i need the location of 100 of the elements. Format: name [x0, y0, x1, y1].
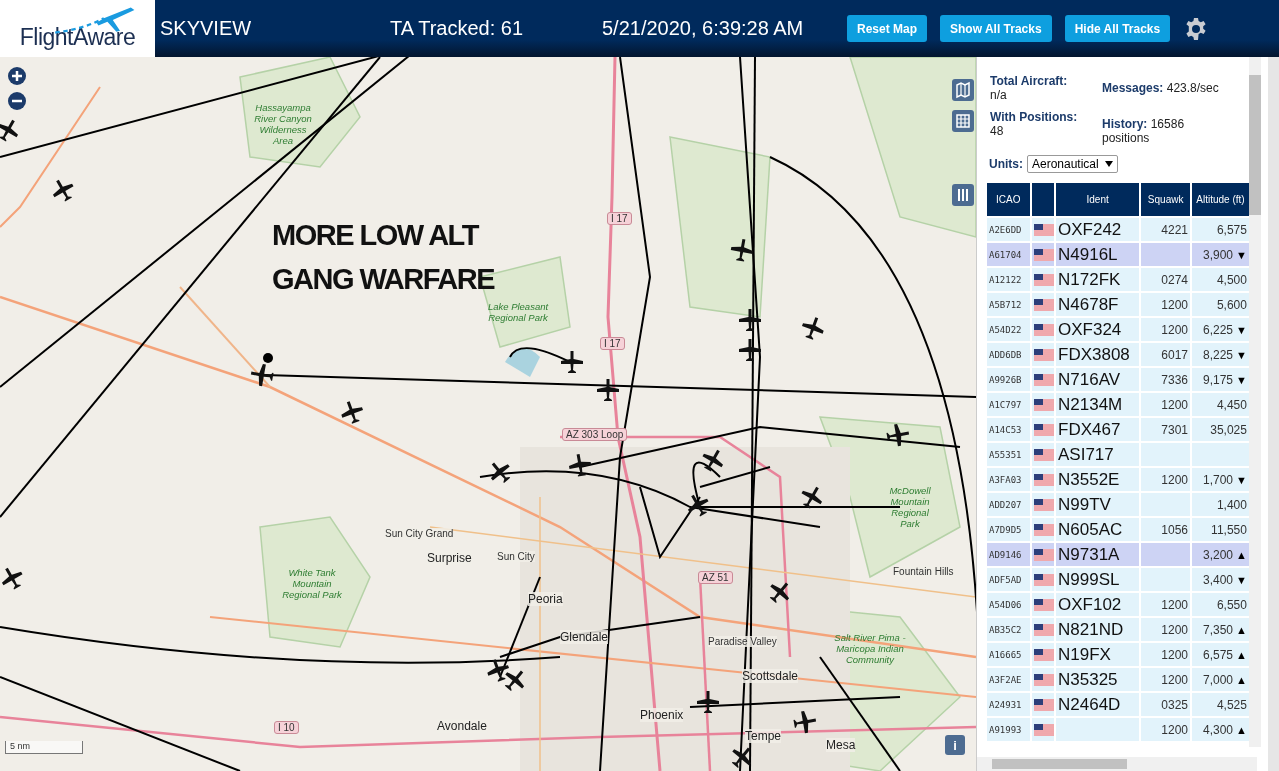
aircraft-icon[interactable] — [739, 309, 761, 331]
table-cell: FDX467 — [1056, 418, 1140, 441]
aircraft-icon[interactable] — [52, 179, 74, 202]
page-scrollbar[interactable] — [1268, 57, 1279, 771]
altitude-value: 4,300 — [1203, 722, 1233, 737]
aircraft-icon[interactable] — [739, 339, 761, 361]
table-row[interactable]: A5B712 N4678F 1200 5,600 — [987, 293, 1255, 316]
table-cell: N4678F — [1056, 293, 1140, 316]
aircraft-icon[interactable] — [0, 119, 19, 142]
park-label: Salt River Pima - Maricopa Indian Community — [833, 632, 907, 665]
aircraft-icon[interactable] — [1, 567, 23, 590]
table-cell: AD9146 — [987, 543, 1030, 566]
trend-arrow: ▼ — [1236, 348, 1247, 361]
column-header[interactable] — [1031, 183, 1054, 216]
table-row[interactable]: A14C53 FDX467 7301 35,025 — [987, 418, 1255, 441]
aircraft-icon[interactable] — [597, 379, 619, 401]
column-header[interactable]: Ident — [1056, 183, 1140, 216]
altitude-value: 8,225 — [1203, 347, 1233, 362]
table-row[interactable]: A1C797 N2134M 1200 4,450 — [987, 393, 1255, 416]
aircraft-icon[interactable] — [702, 449, 724, 472]
aircraft-icon[interactable] — [731, 747, 752, 768]
table-row[interactable]: A3FA03 N3552E 1200 1,700 ▼ — [987, 468, 1255, 491]
altitude-value: 9,175 — [1203, 372, 1233, 387]
zoom-in-icon[interactable] — [8, 67, 26, 85]
table-row[interactable]: A9926B N716AV 7336 9,175 ▼ — [987, 368, 1255, 391]
table-cell: N821ND — [1056, 618, 1140, 641]
trend-arrow: ▼ — [1236, 473, 1247, 486]
table-row[interactable]: A16665 N19FX 1200 6,575 ▲ — [987, 643, 1255, 666]
trend-arrow: ▼ — [1236, 248, 1247, 261]
table-row[interactable]: AB35C2 N821ND 1200 7,350 ▲ — [987, 618, 1255, 641]
table-cell — [1141, 243, 1191, 266]
table-cell: 6017 — [1141, 343, 1191, 366]
table-row[interactable]: A24931 N2464D 0325 4,525 — [987, 693, 1255, 716]
aircraft-icon[interactable] — [697, 691, 719, 713]
trend-arrow: ▼ — [1236, 573, 1247, 586]
table-row[interactable]: A2E6DD OXF242 4221 6,575 — [987, 218, 1255, 241]
table-row[interactable]: ADD207 N99TV 1,400 — [987, 493, 1255, 516]
table-cell: 1200 — [1141, 668, 1191, 691]
aircraft-icon[interactable] — [250, 364, 274, 387]
aircraft-icon[interactable] — [487, 659, 509, 682]
table-row[interactable]: ADD6DB FDX3808 6017 8,225 ▼ — [987, 343, 1255, 366]
columns-icon[interactable] — [952, 184, 974, 206]
aircraft-icon[interactable] — [569, 453, 592, 477]
table-cell: A61704 — [987, 243, 1030, 266]
aircraft-icon[interactable] — [561, 351, 583, 373]
grid-icon[interactable] — [952, 110, 974, 132]
info-button[interactable]: i — [945, 735, 965, 755]
flag-icon — [1033, 273, 1052, 286]
flag-icon — [1033, 723, 1052, 736]
table-cell: A2E6DD — [987, 218, 1030, 241]
table-row[interactable]: A12122 N172FK 0274 4,500 — [987, 268, 1255, 291]
map-layers-icon[interactable] — [952, 79, 974, 101]
table-cell: N4916L — [1056, 243, 1140, 266]
table-row[interactable]: A54D22 OXF324 1200 6,225 ▼ — [987, 318, 1255, 341]
table-cell: A12122 — [987, 268, 1030, 291]
table-row[interactable]: A3F2AE N35325 1200 7,000 ▲ — [987, 668, 1255, 691]
aircraft-icon[interactable] — [793, 711, 817, 734]
aircraft-icon[interactable] — [687, 494, 709, 517]
table-cell: A55351 — [987, 443, 1030, 466]
scale-bar: 5 nm — [5, 741, 83, 754]
altitude-value: 6,575 — [1203, 647, 1233, 662]
table-row[interactable]: A61704 N4916L 3,900 ▼ — [987, 243, 1255, 266]
table-row[interactable]: AD9146 N9731A 3,200 ▲ — [987, 543, 1255, 566]
date-time: 5/21/2020, 6:39:28 AM — [602, 17, 805, 40]
flag-icon — [1033, 223, 1052, 236]
aircraft-icon[interactable] — [769, 582, 790, 603]
units-dropdown[interactable]: Aeronautical — [1027, 155, 1118, 173]
column-header[interactable]: Altitude (ft) — [1192, 183, 1249, 216]
table-cell: N716AV — [1056, 368, 1140, 391]
flag-icon — [1033, 698, 1052, 711]
aircraft-icon[interactable] — [802, 317, 824, 340]
aircraft-icon[interactable] — [801, 486, 823, 509]
horizontal-scrollbar[interactable] — [977, 757, 1257, 771]
aircraft-icon[interactable] — [341, 401, 363, 424]
flag-icon — [1033, 248, 1052, 261]
table-row[interactable]: A7D9D5 N605AC 1056 11,550 — [987, 518, 1255, 541]
stat-text: Total Aircraft: n/a — [990, 74, 1069, 102]
column-header[interactable]: Squawk — [1141, 183, 1191, 216]
city-label: Avondale — [437, 719, 487, 733]
city-label: Glendale — [560, 630, 609, 644]
flag-icon — [1033, 423, 1052, 436]
scrollbar[interactable] — [1249, 57, 1261, 747]
zoom-out-icon[interactable] — [8, 92, 26, 110]
altitude-value: 4,525 — [1216, 697, 1247, 712]
aircraft-icon[interactable] — [490, 462, 511, 483]
table-cell: ASI717 — [1056, 443, 1140, 466]
column-header[interactable]: ICAO — [987, 183, 1030, 216]
aircraft-icon[interactable] — [886, 424, 910, 447]
flag-icon — [1033, 598, 1052, 611]
table-row[interactable]: A91993 1200 4,300 ▲ — [987, 718, 1255, 741]
map[interactable] — [0, 57, 976, 771]
aircraft-icon[interactable] — [730, 238, 753, 262]
table-row[interactable]: ADF5AD N999SL 3,400 ▼ — [987, 568, 1255, 591]
table-row[interactable]: A54D06 OXF102 1200 6,550 — [987, 593, 1255, 616]
altitude-value: 3,900 — [1203, 247, 1233, 262]
flag-icon — [1033, 348, 1052, 361]
aircraft-icon[interactable] — [504, 670, 525, 691]
table-row[interactable]: A55351 ASI717 — [987, 443, 1255, 466]
altitude-value: 4,450 — [1216, 397, 1247, 412]
table-cell: 0325 — [1141, 693, 1191, 716]
